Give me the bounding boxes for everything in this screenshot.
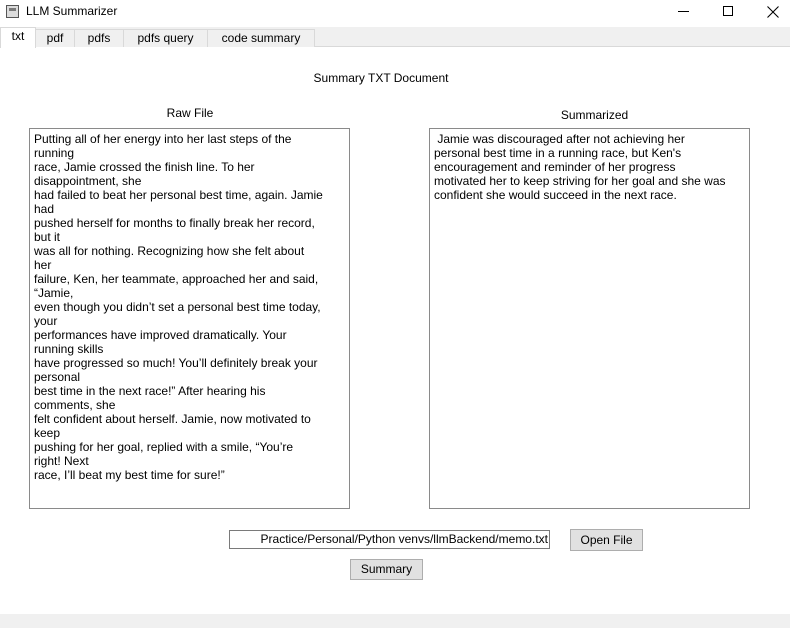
close-button[interactable] [750,0,790,25]
page-heading: Summary TXT Document [313,71,449,85]
status-strip [0,614,790,628]
title-bar: LLM Summarizer [0,0,790,25]
tab-txt[interactable]: txt [0,27,36,48]
tab-pdfs-query[interactable]: pdfs query [123,29,208,47]
summary-textarea[interactable]: Jamie was discouraged after not achievin… [429,128,750,509]
raw-file-label: Raw File [166,106,214,120]
app-icon [6,5,19,18]
raw-file-textarea[interactable]: Putting all of her energy into her last … [29,128,350,509]
file-path-input[interactable]: Practice/Personal/Python venvs/llmBacken… [229,530,550,549]
summarized-label: Summarized [560,108,629,122]
tab-pdfs[interactable]: pdfs [74,29,124,47]
open-file-button[interactable]: Open File [570,529,643,551]
summary-button[interactable]: Summary [350,559,423,580]
close-icon [767,6,779,18]
window-title: LLM Summarizer [26,4,118,18]
minimize-button[interactable] [660,0,706,25]
tab-pdf[interactable]: pdf [35,29,75,47]
maximize-button[interactable] [705,0,751,25]
tab-code-summary[interactable]: code summary [207,29,315,47]
